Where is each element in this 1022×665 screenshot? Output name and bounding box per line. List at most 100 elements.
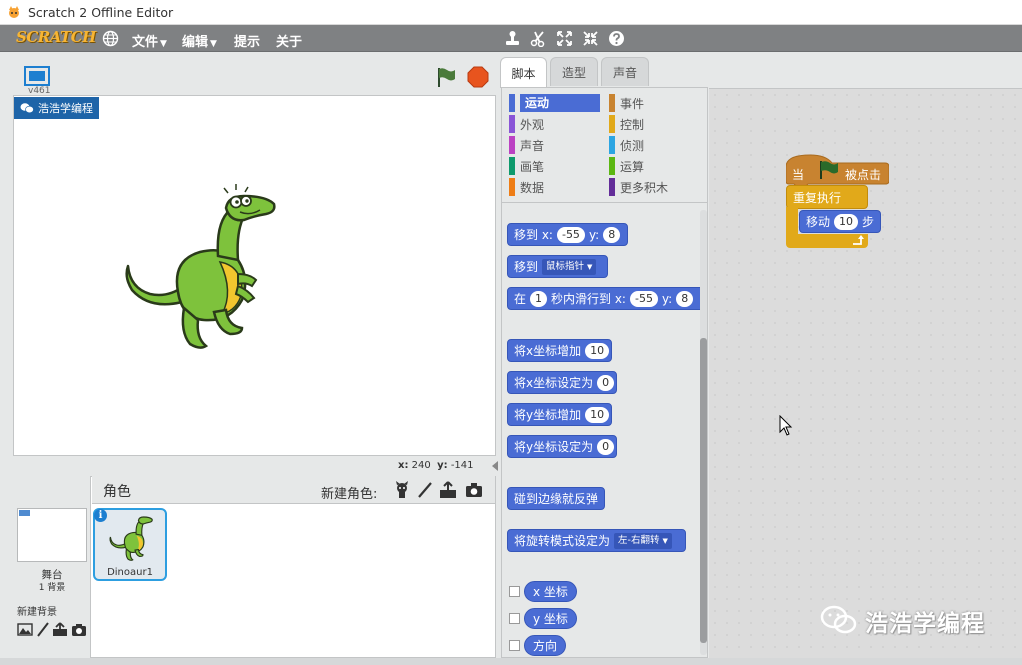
category-color-bar [609, 94, 615, 112]
y-input[interactable]: 8 [676, 290, 694, 307]
category-pen[interactable]: 画笔 [509, 157, 544, 175]
category-operators[interactable]: 运算 [609, 157, 644, 175]
cut-scissors-icon[interactable] [530, 30, 547, 47]
x-input[interactable]: -55 [556, 226, 585, 243]
block-glide[interactable]: 在 1 秒内滑行到 x: -55 y: 8 [507, 287, 707, 310]
backdrop-library-icon[interactable] [17, 622, 33, 637]
scratch-cat-icon [9, 6, 19, 18]
upload-icon[interactable] [439, 481, 457, 499]
loop-arrow-icon [853, 235, 864, 245]
forever-block-arm [786, 207, 798, 236]
chevron-down-icon: ▼ [210, 39, 217, 49]
camera-icon[interactable] [465, 481, 483, 499]
tab-scripts[interactable]: 脚本 [500, 57, 547, 88]
block-bounce[interactable]: 碰到边缘就反弹 [507, 487, 605, 510]
green-flag-icon[interactable] [435, 66, 457, 88]
category-events[interactable]: 事件 [609, 94, 644, 112]
new-backdrop-label: 新建背景 [17, 607, 57, 618]
x-input[interactable]: -55 [629, 290, 658, 307]
grow-arrows-icon[interactable] [556, 30, 573, 47]
target-dropdown[interactable]: 鼠标指针 ▼ [542, 258, 597, 275]
category-color-bar [609, 136, 615, 154]
reporter-x-position[interactable]: x 坐标 [524, 581, 577, 602]
block-goto-target[interactable]: 移到 鼠标指针 ▼ [507, 255, 608, 278]
block-set-x[interactable]: 将x坐标设定为 0 [507, 371, 617, 394]
y-input[interactable]: 8 [603, 226, 621, 243]
category-looks[interactable]: 外观 [509, 115, 544, 133]
menu-tips[interactable]: 提示 [234, 31, 260, 50]
bottom-edge [0, 658, 1022, 665]
value-input[interactable]: 10 [585, 342, 610, 359]
palette-scrollbar-thumb[interactable] [700, 338, 707, 643]
rotation-style-dropdown[interactable]: 左-右翻转 ▼ [614, 532, 672, 549]
category-data[interactable]: 数据 [509, 178, 544, 196]
window-title: Scratch 2 Offline Editor [28, 5, 174, 20]
move-steps-block[interactable]: 移动 10 步 [799, 210, 881, 233]
checkbox-x-position[interactable] [509, 586, 520, 597]
stage-badge-icon [19, 510, 30, 516]
window-title-bar: Scratch 2 Offline Editor [0, 0, 1022, 25]
value-input[interactable]: 0 [597, 438, 615, 455]
category-motion[interactable]: 运动 [509, 94, 600, 112]
category-color-bar [509, 115, 515, 133]
category-color-bar [509, 157, 515, 175]
category-sensing[interactable]: 侦测 [609, 136, 644, 154]
category-more-blocks[interactable]: 更多积木 [609, 178, 668, 196]
shrink-arrows-icon[interactable] [582, 30, 599, 47]
dinosaur-thumbnail [109, 516, 153, 561]
category-color-bar [609, 178, 615, 196]
backdrop-count: 1 背景 [38, 583, 66, 593]
block-change-y[interactable]: 将y坐标增加 10 [507, 403, 612, 426]
menu-bar: SCRATCH 文件 ▼ 编辑 ▼ 提示 关于 [0, 25, 1022, 52]
menu-about[interactable]: 关于 [276, 31, 302, 50]
sprite-name: Dinoaur1 [107, 567, 153, 578]
sprites-header [92, 476, 495, 504]
stage-thumbnail[interactable] [17, 508, 87, 562]
category-control[interactable]: 控制 [609, 115, 644, 133]
dinosaur-sprite[interactable] [120, 182, 280, 357]
checkbox-direction[interactable] [509, 640, 520, 651]
sprites-title: 角色 [103, 484, 131, 500]
fullscreen-icon[interactable] [24, 66, 50, 86]
menu-edit[interactable]: 编辑 ▼ [182, 31, 217, 50]
forever-block[interactable]: 重复执行 [786, 185, 868, 209]
block-rotation-style[interactable]: 将旋转模式设定为 左-右翻转 ▼ [507, 529, 686, 552]
reporter-y-position[interactable]: y 坐标 [524, 608, 577, 629]
green-flag-icon [820, 161, 838, 179]
language-globe-icon[interactable] [102, 30, 119, 47]
chevron-down-icon: ▼ [662, 536, 668, 545]
hat-prefix: 当 [792, 168, 805, 182]
checkbox-y-position[interactable] [509, 613, 520, 624]
category-color-bar [509, 94, 515, 112]
upload-icon[interactable] [52, 622, 68, 637]
menu-file[interactable]: 文件 ▼ [132, 31, 167, 50]
camera-icon[interactable] [71, 622, 87, 637]
steps-input[interactable]: 10 [834, 213, 859, 230]
stop-sign-icon[interactable] [467, 66, 489, 88]
category-sound[interactable]: 声音 [509, 136, 544, 154]
paint-brush-icon[interactable] [35, 622, 51, 637]
reporter-direction[interactable]: 方向 [524, 635, 567, 656]
tab-costumes[interactable]: 造型 [550, 57, 598, 86]
block-goto-xy[interactable]: 移到 x: -55 y: 8 [507, 223, 628, 246]
value-input[interactable]: 0 [597, 374, 615, 391]
seconds-input[interactable]: 1 [530, 290, 548, 307]
stage-watermark-tag: 浩浩学编程 [14, 97, 99, 119]
tab-sounds[interactable]: 声音 [601, 57, 649, 86]
paint-brush-icon[interactable] [416, 481, 434, 499]
scratch-logo[interactable]: SCRATCH [16, 28, 96, 46]
help-icon[interactable] [608, 30, 625, 47]
block-set-y[interactable]: 将y坐标设定为 0 [507, 435, 617, 458]
sprite-library-icon[interactable] [393, 481, 411, 499]
block-change-x[interactable]: 将x坐标增加 10 [507, 339, 612, 362]
mouse-x-value: 240 [411, 460, 431, 471]
category-color-bar [509, 178, 515, 196]
wechat-icon [820, 605, 857, 634]
stage-header [13, 57, 496, 97]
wechat-icon [20, 103, 34, 114]
value-input[interactable]: 10 [585, 406, 610, 423]
watermark-label: 浩浩学编程 [38, 102, 93, 115]
duplicate-stamp-icon[interactable] [504, 30, 521, 47]
collapse-stage-icon[interactable] [491, 460, 499, 472]
category-color-bar [609, 157, 615, 175]
